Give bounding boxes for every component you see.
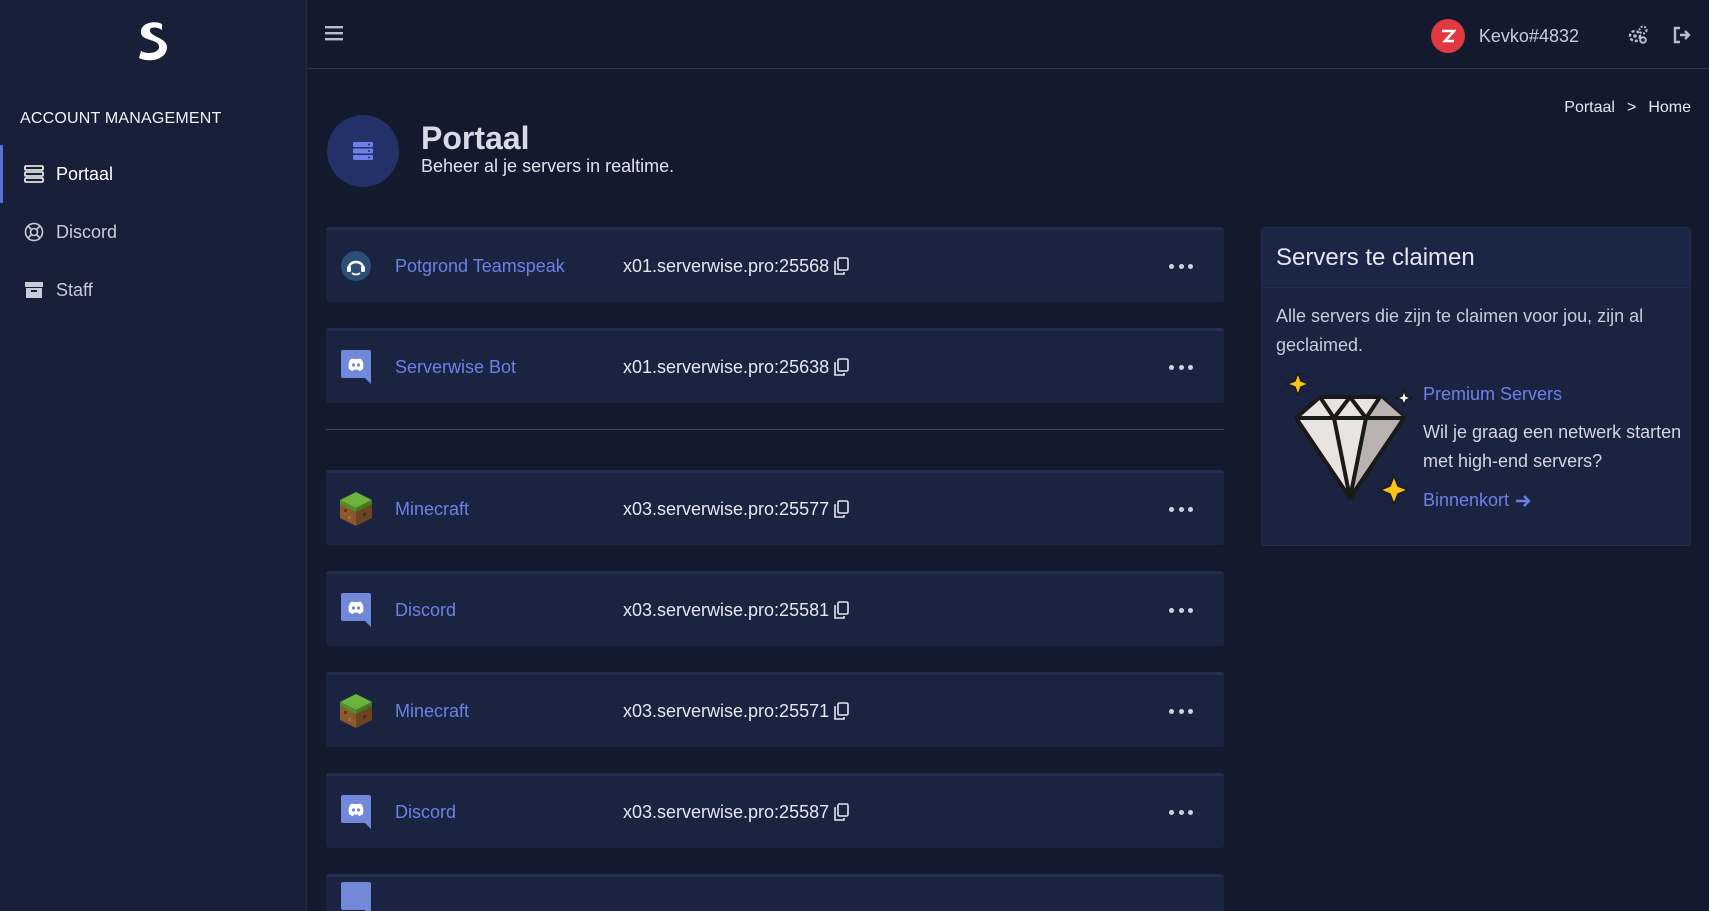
copy-icon[interactable] (833, 702, 849, 720)
server-card: Minecraft x03.serverwise.pro:25577 (326, 470, 1224, 545)
sidebar-item-label: Staff (56, 279, 93, 300)
claim-card-text: Alle servers die zijn te claimen voor jo… (1276, 306, 1644, 355)
server-card: Discord x03.serverwise.pro:25587 (326, 773, 1224, 848)
coming-soon-link[interactable]: Binnenkort (1423, 490, 1531, 511)
avatar (1430, 19, 1465, 53)
server-name-link[interactable]: Minecraft (395, 701, 469, 722)
server-name-link[interactable]: Discord (395, 802, 456, 823)
coming-soon-label: Binnenkort (1423, 490, 1510, 510)
server-list: Potgrond Teamspeak x01.serverwise.pro:25… (326, 227, 1224, 911)
server-address-text: x03.serverwise.pro:25581 (623, 599, 830, 620)
claim-servers-card: Servers te claimen Alle servers die zijn… (1261, 227, 1691, 546)
server-card: Discord x03.serverwise.pro:25581 (326, 571, 1224, 646)
logo[interactable] (128, 14, 180, 66)
discord-icon (339, 882, 373, 911)
page-title: Portaal (421, 120, 530, 156)
user-menu[interactable]: Kevko#4832 (1430, 19, 1579, 53)
server-name-link[interactable]: Serverwise Bot (395, 357, 516, 378)
sidebar-item-staff[interactable]: Staff (0, 261, 307, 319)
settings-gears-icon[interactable] (1627, 24, 1649, 46)
breadcrumb-item-portaal[interactable]: Portaal (1564, 99, 1615, 117)
sidebar-item-label: Portaal (56, 163, 114, 184)
claim-card-title: Servers te claimen (1262, 228, 1690, 288)
breadcrumb: Portaal > Home (1564, 99, 1691, 117)
server-address: x01.serverwise.pro:25568 (623, 256, 849, 277)
more-options-icon[interactable] (1169, 704, 1193, 718)
archive-icon (24, 280, 44, 300)
lifebuoy-icon (24, 222, 44, 242)
sidebar-item-label: Discord (56, 221, 118, 242)
premium-servers-link[interactable]: Premium Servers (1423, 384, 1562, 405)
server-icon (24, 164, 44, 184)
more-options-icon[interactable] (1169, 360, 1193, 374)
sidebar-section-title: ACCOUNT MANAGEMENT (20, 110, 222, 127)
arrow-right-icon (1516, 494, 1531, 507)
server-card: Potgrond Teamspeak x01.serverwise.pro:25… (326, 227, 1224, 302)
server-card: Serverwise Bot x01.serverwise.pro:25638 (326, 328, 1224, 403)
diamond-icon (1284, 370, 1416, 513)
server-card-partial (326, 874, 1224, 911)
discord-icon (339, 350, 373, 384)
server-address: x03.serverwise.pro:25587 (623, 802, 849, 823)
copy-icon[interactable] (833, 257, 849, 275)
sidebar-item-discord[interactable]: Discord (0, 203, 307, 261)
server-address: x03.serverwise.pro:25577 (623, 499, 849, 520)
copy-icon[interactable] (833, 500, 849, 518)
user-name: Kevko#4832 (1478, 25, 1579, 46)
copy-icon[interactable] (833, 803, 849, 821)
breadcrumb-item-home[interactable]: Home (1648, 99, 1691, 117)
copy-icon[interactable] (833, 358, 849, 376)
server-address-text: x03.serverwise.pro:25587 (623, 801, 830, 822)
sidebar-nav: Portaal Discord Staff (0, 145, 307, 319)
more-options-icon[interactable] (1169, 502, 1193, 516)
server-address: x03.serverwise.pro:25581 (623, 600, 849, 621)
server-address-text: x03.serverwise.pro:25571 (623, 700, 830, 721)
logout-icon[interactable] (1671, 24, 1693, 46)
server-card: Minecraft x03.serverwise.pro:25571 (326, 672, 1224, 747)
server-address-text: x01.serverwise.pro:25568 (623, 255, 830, 276)
server-name-link[interactable]: Minecraft (395, 499, 469, 520)
discord-icon (339, 795, 373, 829)
discord-icon (339, 593, 373, 627)
copy-icon[interactable] (833, 601, 849, 619)
server-address-text: x03.serverwise.pro:25577 (623, 498, 830, 519)
minecraft-icon (339, 492, 373, 526)
divider (326, 429, 1224, 430)
more-options-icon[interactable] (1169, 805, 1193, 819)
server-name-link[interactable]: Discord (395, 600, 456, 621)
minecraft-icon (339, 694, 373, 728)
teamspeak-icon (339, 249, 373, 283)
menu-toggle-icon[interactable] (325, 25, 343, 43)
sidebar: ACCOUNT MANAGEMENT Portaal Discord Staff (0, 0, 307, 911)
more-options-icon[interactable] (1169, 259, 1193, 273)
page-subtitle: Beheer al je servers in realtime. (421, 156, 675, 176)
topbar: Kevko#4832 (307, 0, 1709, 69)
breadcrumb-separator: > (1626, 99, 1637, 116)
page-header-server-icon (327, 115, 399, 187)
sidebar-item-portaal[interactable]: Portaal (0, 145, 307, 203)
premium-servers-text: Wil je graag een netwerk starten met hig… (1423, 422, 1682, 471)
server-address: x01.serverwise.pro:25638 (623, 357, 849, 378)
more-options-icon[interactable] (1169, 603, 1193, 617)
server-address-text: x01.serverwise.pro:25638 (623, 356, 830, 377)
server-address: x03.serverwise.pro:25571 (623, 701, 849, 722)
server-name-link[interactable]: Potgrond Teamspeak (395, 256, 565, 277)
